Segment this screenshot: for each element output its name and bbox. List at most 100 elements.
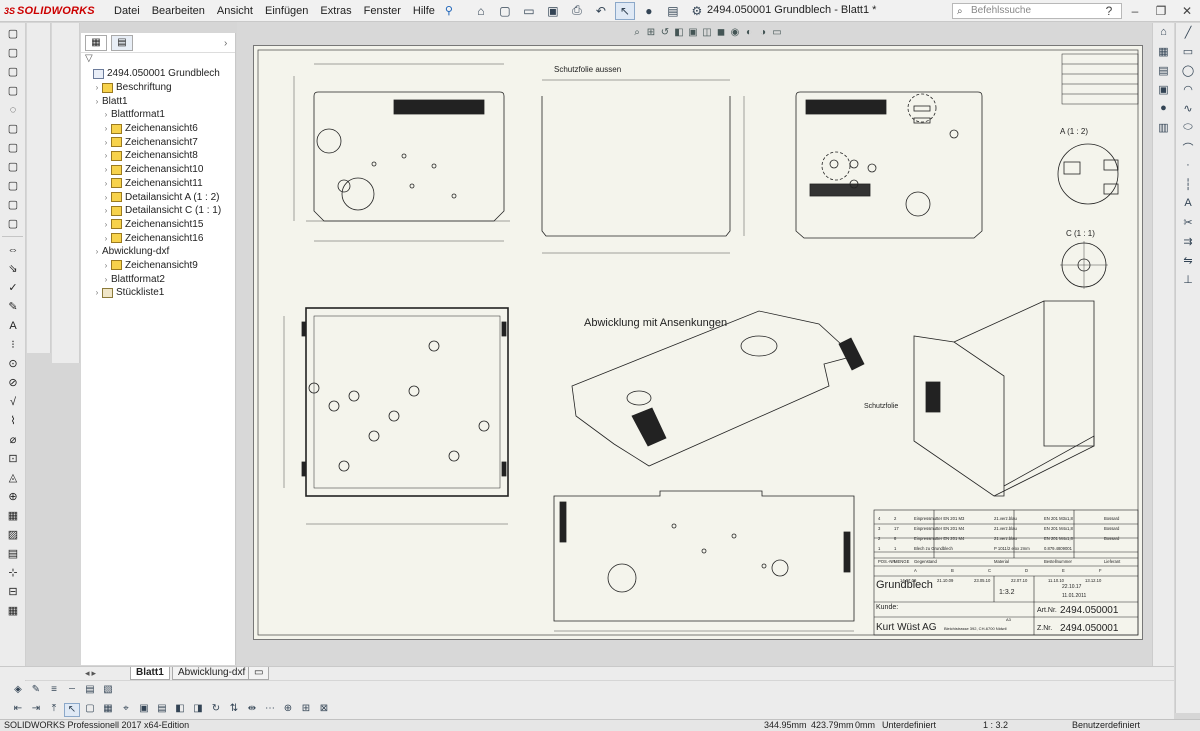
detail-view-icon[interactable]: ◌ — [3, 101, 23, 118]
tree-node[interactable]: › Blattformat2 — [81, 78, 345, 286]
custom-properties-icon[interactable]: ▥ — [1156, 121, 1172, 137]
expand-arrow-icon[interactable]: › — [101, 193, 111, 202]
expand-arrow-icon[interactable]: › — [101, 220, 111, 229]
grid-icon[interactable]: ▦ — [100, 703, 116, 717]
mirror-tool-icon[interactable]: ⇋ — [1180, 254, 1196, 270]
apply-scene-icon[interactable]: ◑ — [756, 27, 770, 38]
close-icon[interactable]: ✕ — [1174, 4, 1200, 18]
menu-hilfe[interactable]: Hilfe — [407, 5, 441, 17]
minimize-icon[interactable]: – — [1122, 4, 1148, 18]
align-right-icon[interactable]: ⇥ — [28, 703, 44, 717]
solidworks-logo[interactable]: 3S SOLIDWORKS — [0, 0, 108, 22]
previous-view-icon[interactable]: ↺ — [658, 27, 672, 38]
section-view-icon[interactable]: ▢ — [3, 82, 23, 99]
expand-arrow-icon[interactable]: › — [92, 97, 102, 106]
expand-arrow-icon[interactable]: › — [92, 83, 102, 92]
arc-tool-icon[interactable]: ◠ — [1180, 83, 1196, 99]
line-style-icon[interactable]: ┄ — [64, 684, 80, 698]
space-icon[interactable]: ⇹ — [244, 703, 260, 717]
unit-system[interactable]: Benutzerdefiniert — [1072, 720, 1140, 731]
sheet-tab-abwicklung[interactable]: Abwicklung-dxf — [172, 667, 252, 680]
expand-arrow-icon[interactable]: › — [101, 110, 111, 119]
weld-symbol-icon[interactable]: ⌇ — [3, 412, 23, 429]
view-orientation-icon[interactable]: ◫ — [700, 27, 714, 38]
pin-icon[interactable]: ⚲ — [441, 4, 457, 17]
menu-einfuegen[interactable]: Einfügen — [259, 5, 314, 17]
datum-feature-icon[interactable]: ◬ — [3, 469, 23, 486]
align-left-icon[interactable]: ⇤ — [10, 703, 26, 717]
broken-out-section-icon[interactable]: ▢ — [3, 120, 23, 137]
linear-note-pattern-icon[interactable]: ⁝ — [3, 336, 23, 353]
expand-arrow-icon[interactable]: › — [101, 206, 111, 215]
box-select-icon[interactable]: ▢ — [82, 703, 98, 717]
balloon-icon[interactable]: ⊙ — [3, 355, 23, 372]
ellipse-tool-icon[interactable]: ⬭ — [1180, 121, 1196, 137]
home-icon[interactable]: ⌂ — [471, 2, 491, 20]
appearances-icon[interactable]: ● — [1156, 102, 1172, 118]
flip-icon[interactable]: ⇅ — [226, 703, 242, 717]
collapse-panel-arrow-icon[interactable]: › — [224, 38, 227, 49]
expand-arrow-icon[interactable]: › — [101, 261, 111, 270]
geometric-tolerance-icon[interactable]: ⊡ — [3, 450, 23, 467]
filter-icon[interactable]: ▽ — [81, 53, 235, 67]
restore-icon[interactable]: ❐ — [1148, 4, 1174, 18]
property-manager-tab-icon[interactable]: ▤ — [111, 34, 133, 51]
empty-view-icon[interactable]: ▢ — [3, 215, 23, 232]
relations-tool-icon[interactable]: ⊥ — [1180, 273, 1196, 289]
expand-arrow-icon[interactable]: › — [101, 138, 111, 147]
center-mark-icon[interactable]: ⊹ — [3, 564, 23, 581]
tables-icon[interactable]: ▦ — [3, 602, 23, 619]
tree-node[interactable]: › Zeichenansicht16 — [81, 231, 235, 245]
alternate-position-icon[interactable]: ▢ — [3, 177, 23, 194]
distribute-icon[interactable]: ⋯ — [262, 703, 278, 717]
rotate-icon[interactable]: ↻ — [208, 703, 224, 717]
centerline-icon[interactable]: ⊟ — [3, 583, 23, 600]
line-thickness-icon[interactable]: ≡ — [46, 684, 62, 698]
hatch-icon[interactable]: ▨ — [3, 526, 23, 543]
file-properties-icon[interactable]: ▤ — [663, 2, 683, 20]
format-painter-icon[interactable]: ✎ — [3, 298, 23, 315]
surface-finish-icon[interactable]: √ — [3, 393, 23, 410]
centerline-tool-icon[interactable]: ┆ — [1180, 178, 1196, 194]
smart-dimension-icon[interactable]: ⇔ — [3, 241, 23, 258]
help-icon[interactable]: ? — [1096, 4, 1122, 18]
design-library-icon[interactable]: ▦ — [1156, 45, 1172, 61]
drawing-sheet[interactable]: Schutzfolie aussen Abwicklung mit Ansenk… — [253, 45, 1143, 640]
line-tool-icon[interactable]: ╱ — [1180, 26, 1196, 42]
projected-view-icon[interactable]: ▢ — [3, 44, 23, 61]
expand-arrow-icon[interactable]: › — [101, 275, 111, 284]
center-icon[interactable]: ⊕ — [280, 703, 296, 717]
hide-show-items-icon[interactable]: ◉ — [728, 27, 742, 38]
rebuild-icon[interactable]: ● — [639, 2, 659, 20]
tree-node[interactable]: › Blatt1 — [81, 78, 345, 108]
edit-appearance-icon[interactable]: ◐ — [742, 27, 756, 38]
menu-fenster[interactable]: Fenster — [358, 5, 407, 17]
expand-arrow-icon[interactable]: › — [101, 179, 111, 188]
standard-3-view-icon[interactable]: ▢ — [3, 196, 23, 213]
menu-datei[interactable]: Datei — [108, 5, 146, 17]
trim-tool-icon[interactable]: ✂ — [1180, 216, 1196, 232]
snap-icon[interactable]: ⌖ — [118, 703, 134, 717]
break-view-icon[interactable]: ▢ — [3, 139, 23, 156]
circle-tool-icon[interactable]: ◯ — [1180, 64, 1196, 80]
tree-node[interactable]: › Stückliste1 — [81, 286, 235, 300]
select-arrow-icon[interactable]: ↖ — [64, 703, 80, 717]
datum-target-icon[interactable]: ⊕ — [3, 488, 23, 505]
ungroup-icon[interactable]: ▤ — [154, 703, 170, 717]
menu-ansicht[interactable]: Ansicht — [211, 5, 259, 17]
tree-node[interactable]: › Detailansicht A (1 : 2) — [81, 190, 235, 204]
feature-manager-tab-icon[interactable]: ▦ — [85, 34, 107, 51]
send-back-icon[interactable]: ◨ — [190, 703, 206, 717]
hide-show-edges-icon[interactable]: ▤ — [82, 684, 98, 698]
tree-node[interactable]: › Zeichenansicht11 — [81, 177, 235, 191]
expand-arrow-icon[interactable]: › — [101, 234, 111, 243]
menu-bearbeiten[interactable]: Bearbeiten — [146, 5, 211, 17]
section-view-hud-icon[interactable]: ◧ — [672, 27, 686, 38]
new-document-icon[interactable]: ▢ — [495, 2, 515, 20]
tree-node[interactable]: 2494.050001 Grundblech — [81, 67, 235, 81]
blocks-icon[interactable]: ▦ — [3, 507, 23, 524]
view-palette-icon[interactable]: ▣ — [1156, 83, 1172, 99]
expand-arrow-icon[interactable]: › — [92, 247, 102, 256]
point-tool-icon[interactable]: · — [1180, 159, 1196, 175]
options-gear-icon[interactable]: ⚙ — [687, 2, 707, 20]
